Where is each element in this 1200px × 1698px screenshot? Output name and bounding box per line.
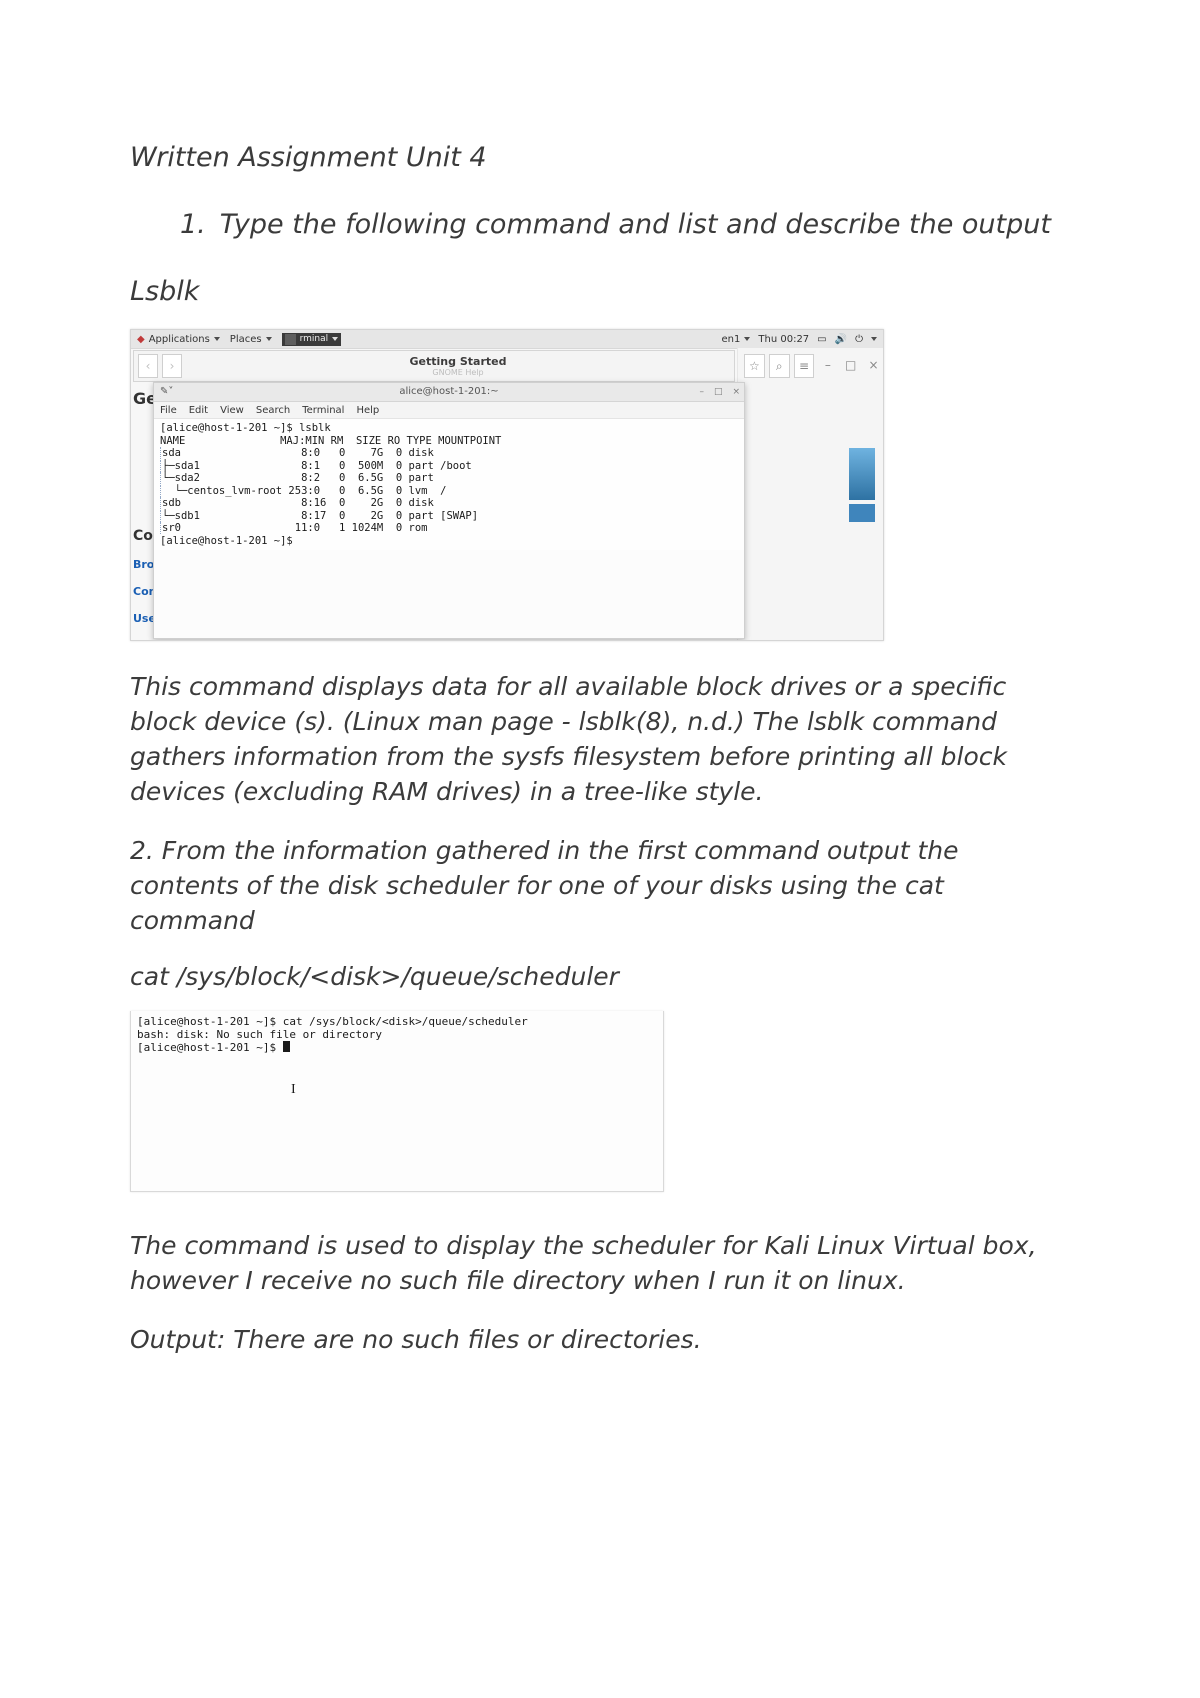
terminal-line: [alice@host-1-201 ~]$ cat /sys/block/<di… — [137, 1015, 528, 1028]
places-label: Places — [230, 334, 262, 345]
chevron-down-icon — [332, 337, 338, 341]
maximize-button[interactable]: □ — [841, 354, 860, 376]
command-1-label: Lsblk — [130, 276, 1070, 307]
help-window-subtitle: GNOME Help — [182, 368, 734, 377]
terminal-line: [alice@host-1-201 ~]$ — [137, 1041, 283, 1054]
help-window-title: Getting Started — [410, 355, 507, 368]
terminal-line: [alice@host-1-201 ~]$ — [160, 535, 293, 547]
menu-help[interactable]: Help — [356, 405, 379, 416]
terminal-line: └─sdb1 8:17 0 2G 0 part [SWAP] — [160, 510, 478, 522]
terminal-line: [alice@host-1-201 ~]$ lsblk — [160, 422, 331, 434]
page-title: Written Assignment Unit 4 — [130, 140, 1070, 175]
applications-label: Applications — [149, 334, 210, 345]
help-content-truncated: Ge Cor Brow Conn Use v GN — [133, 385, 155, 639]
terminal-line: bash: disk: No such file or directory — [137, 1028, 382, 1041]
screenshot-terminal-small: [alice@host-1-201 ~]$ cat /sys/block/<di… — [130, 1011, 664, 1192]
maximize-button[interactable]: □ — [714, 383, 723, 401]
menu-terminal[interactable]: Terminal — [302, 405, 344, 416]
right-panel: ☆ ⌕ ≡ – □ × — [737, 348, 883, 640]
close-button[interactable]: × — [732, 383, 740, 401]
terminal-line: sr0 11:0 1 1024M 0 rom — [160, 522, 428, 534]
text-cursor-icon: I — [291, 1083, 296, 1096]
menu-button[interactable]: ≡ — [794, 354, 815, 378]
question-1-number: 1. — [180, 207, 206, 242]
menu-search[interactable]: Search — [256, 405, 290, 416]
chevron-down-icon — [266, 337, 272, 341]
clock[interactable]: Thu 00:27 — [758, 334, 809, 345]
menu-file[interactable]: File — [160, 405, 177, 416]
battery-icon[interactable]: ▭ — [817, 334, 826, 345]
document-page: Written Assignment Unit 4 1. Type the fo… — [0, 0, 1200, 1698]
close-button[interactable]: × — [864, 354, 883, 376]
terminal-window: ✎˅ alice@host-1-201:~ – □ × File Edit Vi… — [153, 382, 745, 639]
applications-menu[interactable]: ◆ Applications — [137, 334, 220, 345]
terminal-title: alice@host-1-201:~ — [399, 386, 498, 397]
paragraph-2: The command is used to display the sched… — [130, 1228, 1070, 1298]
places-menu[interactable]: Places — [230, 334, 272, 345]
thumbnail-image — [849, 504, 875, 522]
thumbnail-image — [849, 448, 875, 500]
command-2-label: cat /sys/block/<disk>/queue/scheduler — [130, 962, 1070, 991]
chevron-down-icon — [744, 337, 750, 341]
terminal-line: sdb 8:16 0 2G 0 disk — [160, 497, 434, 509]
terminal-line: sda 8:0 0 7G 0 disk — [160, 447, 434, 459]
help-section-truncated: Cor — [133, 528, 155, 544]
language-indicator[interactable]: en1 — [722, 334, 751, 345]
terminal-icon — [285, 334, 296, 345]
terminal-line: └─centos_lvm-root 253:0 0 6.5G 0 lvm / — [160, 485, 446, 497]
terminal-line: NAME MAJ:MIN RM SIZE RO TYPE MOUNTPOINT — [160, 435, 501, 447]
question-1-text: Type the following command and list and … — [220, 207, 1051, 242]
cursor-block-icon — [283, 1041, 290, 1052]
help-link-truncated: Use v — [133, 612, 155, 625]
minimize-button[interactable]: – — [699, 383, 704, 401]
menu-view[interactable]: View — [220, 405, 244, 416]
chevron-down-icon — [214, 337, 220, 341]
minimize-button[interactable]: – — [818, 354, 837, 376]
bookmark-button[interactable]: ☆ — [744, 354, 765, 378]
terminal-line: └─sda2 8:2 0 6.5G 0 part — [160, 472, 434, 484]
question-2: 2. From the information gathered in the … — [130, 833, 1070, 938]
gnome-top-bar: ◆ Applications Places rminal en1 — [131, 330, 883, 349]
paragraph-1: This command displays data for all avail… — [130, 669, 1070, 809]
help-heading-truncated: Ge — [133, 389, 155, 408]
terminal-line: ├─sda1 8:1 0 500M 0 part /boot — [160, 460, 472, 472]
gnome-help-toolbar: ‹ › Getting Started GNOME Help — [133, 350, 735, 382]
help-link-truncated: Brow — [133, 558, 155, 571]
chevron-down-icon — [871, 337, 877, 341]
terminal-output[interactable]: [alice@host-1-201 ~]$ lsblk NAME MAJ:MIN… — [154, 419, 744, 550]
volume-icon[interactable]: 🔊 — [835, 334, 847, 345]
extra-icon: ✎˅ — [160, 383, 173, 401]
search-button[interactable]: ⌕ — [769, 354, 790, 378]
paragraph-3: Output: There are no such files or direc… — [130, 1322, 1070, 1357]
question-1: 1. Type the following command and list a… — [130, 207, 1070, 242]
taskbar-terminal-label: rminal — [300, 334, 329, 344]
terminal-menubar: File Edit View Search Terminal Help — [154, 402, 744, 419]
back-button[interactable]: ‹ — [138, 354, 158, 378]
menu-edit[interactable]: Edit — [189, 405, 208, 416]
help-link-truncated: Conn — [133, 585, 155, 598]
power-icon[interactable]: ⏻ — [855, 334, 863, 345]
forward-button[interactable]: › — [162, 354, 182, 378]
taskbar-terminal-button[interactable]: rminal — [282, 333, 342, 346]
language-label: en1 — [722, 334, 741, 345]
screenshot-gnome-desktop: ◆ Applications Places rminal en1 — [130, 329, 884, 641]
